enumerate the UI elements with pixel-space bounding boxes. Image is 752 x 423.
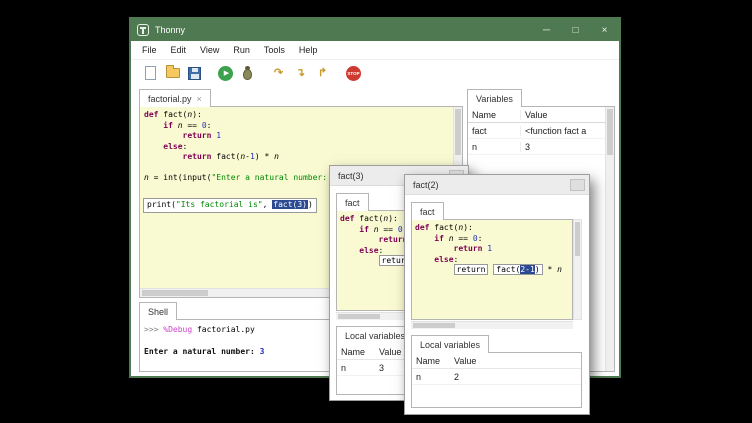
debug-button[interactable] [238,64,257,83]
fact2-local-rows: n2 [412,369,581,385]
dialog-title: fact(3) [338,171,364,181]
fact2-local-variables-tab[interactable]: Local variables [411,335,489,353]
desktop: Thonny ─ □ × FileEditViewRunToolsHelp ▶ … [0,0,752,423]
code-line: return fact(n-1) * n [144,152,462,163]
column-header-name[interactable]: Name [412,356,450,366]
debug-bug-icon [243,69,252,80]
run-icon: ▶ [218,66,233,81]
menu-item-edit[interactable]: Edit [164,45,194,55]
new-file-icon [145,66,156,80]
stop-button[interactable]: STOP [344,64,363,83]
fact3-local-variables-tab[interactable]: Local variables [336,326,414,344]
fact2-close-button[interactable] [570,179,585,191]
fact2-dialog: fact(2) fact def fact(n): if n == 0: ret… [404,174,590,415]
column-header-name[interactable]: Name [468,110,520,120]
table-cell: 2 [450,372,581,382]
step-out-icon: ↱ [318,68,327,79]
tab-variables[interactable]: Variables [467,89,522,107]
fact2-code: def fact(n): if n == 0: return 1 else: r… [412,220,572,276]
fact3-tab-fact[interactable]: fact [336,193,369,211]
open-folder-icon [166,68,180,78]
fact2-hscrollbar[interactable] [411,321,573,329]
focused-statement-box: print("Its factorial is", fact(3)) [143,198,317,213]
code-line: else: [144,142,462,153]
window-title: Thonny [155,25,185,35]
menu-item-view[interactable]: View [193,45,226,55]
table-cell: n [468,142,520,152]
scrollbar-thumb[interactable] [575,222,580,256]
tab-factorial-py[interactable]: factorial.py × [139,89,211,107]
tab-label: fact [345,198,360,208]
variables-vscrollbar[interactable] [605,107,614,371]
step-into-button[interactable]: ↴ [291,64,310,83]
tab-shell[interactable]: Shell [139,302,177,320]
close-button[interactable]: × [590,19,619,41]
code-line: def fact(n): [144,110,462,121]
fact2-titlebar[interactable]: fact(2) [405,175,589,195]
tab-label: Local variables [345,331,405,341]
save-button[interactable] [185,64,204,83]
table-header: Name Value [412,353,581,369]
save-icon [188,67,201,80]
scrollbar-thumb[interactable] [142,290,208,296]
step-into-icon: ↴ [296,68,305,79]
run-button[interactable]: ▶ [216,64,235,83]
menu-item-tools[interactable]: Tools [257,45,292,55]
scrollbar-thumb[interactable] [338,314,380,319]
toolbar: ▶ ↷ ↴ ↱ STOP [131,60,619,86]
step-out-button[interactable]: ↱ [313,64,332,83]
thonny-logo-icon [137,24,149,36]
variables-rows: fact<function fact an3 [468,123,605,155]
step-over-button[interactable]: ↷ [269,64,288,83]
tab-close-icon[interactable]: × [197,94,202,104]
scrollbar-thumb[interactable] [455,109,461,155]
code-line: return 1 [144,131,462,142]
titlebar[interactable]: Thonny ─ □ × [131,19,619,41]
caption-buttons: ─ □ × [532,19,619,41]
stop-icon: STOP [346,66,361,81]
code-line: return 1 [415,244,572,255]
open-file-button[interactable] [163,64,182,83]
table-cell: <function fact a [520,126,605,136]
table-cell: n [337,363,375,373]
tab-label: fact [420,207,435,217]
table-row[interactable]: fact<function fact a [468,123,605,139]
table-row[interactable]: n3 [468,139,605,155]
fact2-vscrollbar[interactable] [573,219,582,320]
table-cell: n [412,372,450,382]
tab-label: Variables [476,94,513,104]
tab-label: factorial.py [148,94,192,104]
scrollbar-thumb[interactable] [413,323,455,328]
minimize-button[interactable]: ─ [532,19,561,41]
menu-item-run[interactable]: Run [226,45,257,55]
tab-label: Shell [148,307,168,317]
table-row[interactable]: n2 [412,369,581,385]
tab-label: Local variables [420,340,480,350]
table-header: Name Value [468,107,605,123]
maximize-button[interactable]: □ [561,19,590,41]
fact2-local-variables-table: Name Value n2 [411,352,582,408]
code-line: if n == 0: [144,121,462,132]
column-header-name[interactable]: Name [337,347,375,357]
fact2-code-view[interactable]: def fact(n): if n == 0: return 1 else: r… [411,219,573,320]
dialog-title: fact(2) [413,180,439,190]
step-over-icon: ↷ [274,68,283,79]
code-line: return fact(2-1) * n [415,265,572,276]
menu-item-file[interactable]: File [135,45,164,55]
column-header-value[interactable]: Value [450,356,581,366]
fact2-tab-fact[interactable]: fact [411,202,444,220]
menu-item-help[interactable]: Help [292,45,325,55]
code-line: def fact(n): [415,223,572,234]
code-line: if n == 0: [415,234,572,245]
code-line: print("Its factorial is", fact(3)) [147,200,313,211]
scrollbar-thumb[interactable] [607,109,613,155]
table-cell: fact [468,126,520,136]
new-file-button[interactable] [141,64,160,83]
focused-statement-code: print("Its factorial is", fact(3)) [147,200,313,211]
menu-bar: FileEditViewRunToolsHelp [131,41,619,60]
table-cell: 3 [520,142,605,152]
column-header-value[interactable]: Value [520,110,605,120]
